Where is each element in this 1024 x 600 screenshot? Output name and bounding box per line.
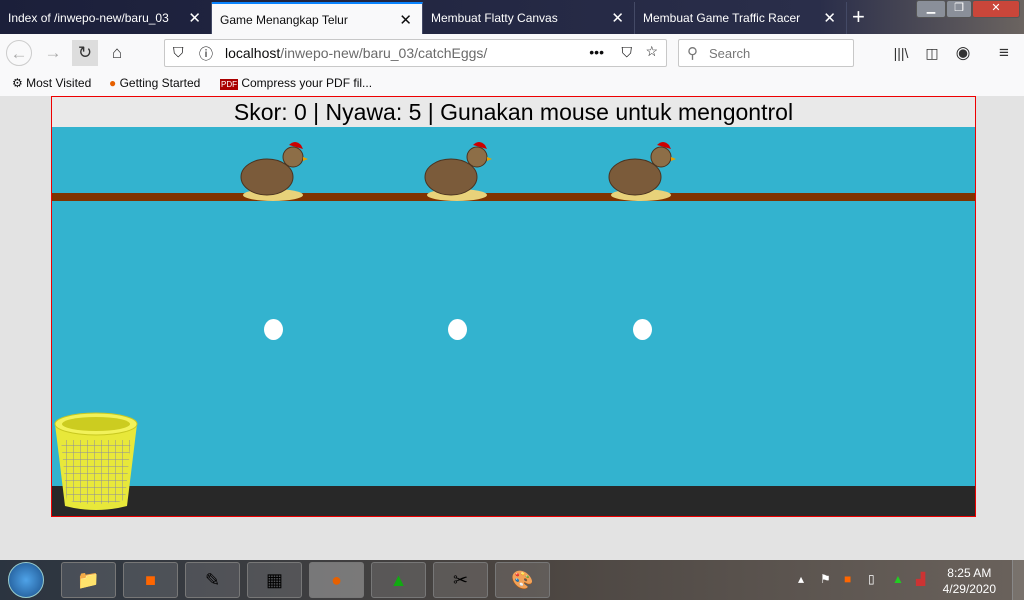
game-canvas[interactable]: Skor: 0 | Nyawa: 5 | Gunakan mouse untuk… — [51, 96, 976, 517]
pocket-icon[interactable]: ⛉ — [622, 44, 633, 61]
sketchup-tray-icon[interactable]: ▲ — [892, 572, 904, 586]
minimize-button[interactable]: ▁ — [916, 0, 946, 18]
search-icon: ⚲ — [687, 45, 698, 62]
plank — [52, 193, 975, 201]
account-icon[interactable]: ◉ — [950, 40, 976, 66]
bookmark-getting-started[interactable]: ● Getting Started — [109, 76, 200, 90]
start-button[interactable] — [8, 562, 44, 598]
tab-label: Membuat Game Traffic Racer — [643, 11, 801, 25]
clock[interactable]: 8:25 AM 4/29/2020 — [943, 565, 996, 597]
xampp-icon[interactable]: ■ — [123, 562, 178, 598]
ground — [52, 486, 975, 516]
hen-icon — [240, 142, 308, 201]
bookmark-label: Compress your PDF fil... — [241, 76, 373, 90]
new-tab-button[interactable]: + — [852, 4, 865, 30]
xampp-tray-icon[interactable]: ■ — [844, 572, 851, 586]
close-window-button[interactable]: ✕ — [972, 0, 1020, 18]
explorer-icon[interactable]: 📁 — [61, 562, 116, 598]
url-host: localhost — [225, 45, 281, 61]
firefox-icon[interactable]: ● — [309, 562, 364, 598]
gear-icon: ⚙ — [12, 76, 23, 90]
egg — [264, 319, 283, 340]
reload-button[interactable]: ↻ — [72, 40, 98, 66]
bookmark-compress-pdf[interactable]: PDF Compress your PDF fil... — [220, 76, 372, 90]
tab-label: Index of /inwepo-new/baru_03 — [8, 11, 169, 25]
flag-icon[interactable]: ⚑ — [820, 572, 831, 586]
egg — [448, 319, 467, 340]
hud-status: Skor: 0 | Nyawa: 5 | Gunakan mouse untuk… — [52, 97, 975, 127]
tab-label: Membuat Flatty Canvas — [431, 11, 558, 25]
snipping-icon[interactable]: ✂ — [433, 562, 488, 598]
info-icon[interactable]: ⓘ — [199, 44, 213, 64]
search-placeholder: Search — [709, 46, 751, 61]
tab-index[interactable]: Index of /inwepo-new/baru_03 ✕ — [0, 2, 212, 34]
bookmark-star-icon[interactable]: ☆ — [645, 43, 658, 60]
tray-expand-icon[interactable]: ▴ — [798, 572, 804, 586]
tab-label: Game Menangkap Telur — [220, 13, 348, 27]
nav-bar: ← → ↻ ⌂ ⛉ ⓘ localhost/inwepo-new/baru_03… — [0, 34, 1024, 72]
clock-date: 4/29/2020 — [942, 582, 996, 596]
close-tab-icon[interactable]: ✕ — [611, 9, 624, 27]
url-bar[interactable]: ⛉ ⓘ localhost/inwepo-new/baru_03/catchEg… — [164, 39, 667, 67]
search-input[interactable]: ⚲ Search — [678, 39, 854, 67]
firefox-icon: ● — [109, 76, 117, 90]
device-icon[interactable]: ▯ — [868, 572, 875, 586]
hen-icon — [424, 142, 492, 201]
network-icon[interactable]: ▟ — [916, 572, 925, 586]
maximize-button[interactable]: ❐ — [946, 0, 972, 18]
hen-icon — [608, 142, 676, 201]
calculator-icon[interactable]: ▦ — [247, 562, 302, 598]
egg — [633, 319, 652, 340]
bookmarks-bar: ⚙ Most Visited ● Getting Started PDF Com… — [0, 72, 1024, 96]
tab-game[interactable]: Game Menangkap Telur ✕ — [212, 2, 423, 34]
show-desktop-button[interactable] — [1012, 560, 1024, 600]
sketchup-icon[interactable]: ▲ — [371, 562, 426, 598]
url-path: /inwepo-new/baru_03/catchEggs/ — [280, 45, 488, 61]
taskbar: 📁 ■ ✎ ▦ ● ▲ ✂ 🎨 ▴ ⚑ ■ ▯ ▲ ▟ 8:25 AM 4/29/… — [0, 560, 1024, 600]
home-button[interactable]: ⌂ — [104, 40, 130, 66]
tab-bar: Index of /inwepo-new/baru_03 ✕ Game Menan… — [0, 0, 1024, 34]
tab-flatty[interactable]: Membuat Flatty Canvas ✕ — [423, 2, 635, 34]
shield-icon[interactable]: ⛉ — [173, 44, 184, 61]
sidebar-icon[interactable]: ◫ — [919, 40, 945, 66]
bookmark-most-visited[interactable]: ⚙ Most Visited — [12, 76, 91, 90]
close-tab-icon[interactable]: ✕ — [188, 9, 201, 27]
paint-icon[interactable]: 🎨 — [495, 562, 550, 598]
back-button[interactable]: ← — [6, 40, 32, 66]
library-icon[interactable]: |||\ — [888, 40, 914, 66]
menu-icon[interactable]: ≡ — [991, 40, 1017, 66]
bookmark-label: Getting Started — [119, 76, 201, 90]
tab-traffic[interactable]: Membuat Game Traffic Racer ✕ — [635, 2, 847, 34]
close-tab-icon[interactable]: ✕ — [399, 11, 412, 29]
forward-button[interactable]: → — [40, 40, 66, 66]
basket-icon[interactable] — [53, 410, 139, 512]
bookmark-label: Most Visited — [26, 76, 92, 90]
clock-time: 8:25 AM — [947, 566, 992, 580]
page-actions-icon[interactable]: ••• — [589, 44, 604, 60]
notepad-icon[interactable]: ✎ — [185, 562, 240, 598]
pdf-icon: PDF — [220, 79, 238, 90]
close-tab-icon[interactable]: ✕ — [823, 9, 836, 27]
